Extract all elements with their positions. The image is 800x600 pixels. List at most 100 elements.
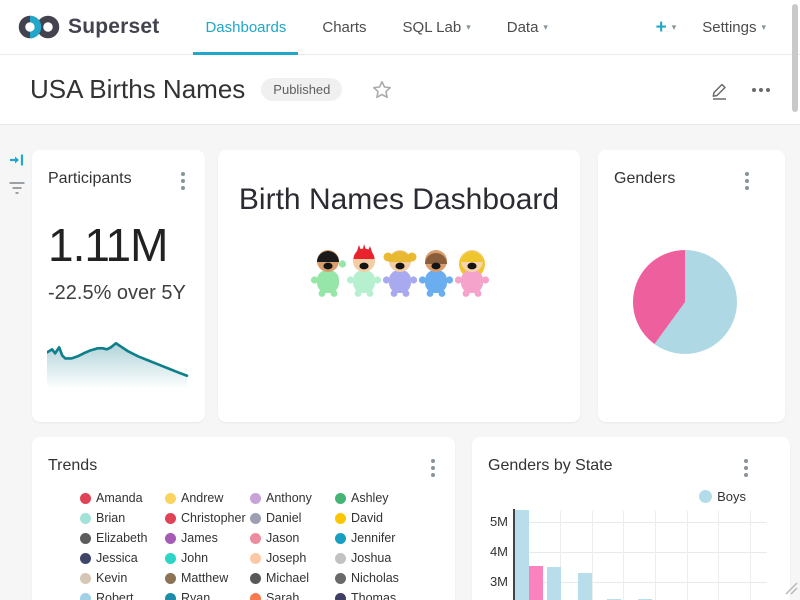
- expand-filter-bar-icon[interactable]: [8, 151, 26, 174]
- gridline: [750, 511, 751, 600]
- favorite-star-icon[interactable]: [372, 80, 392, 100]
- legend-item-sarah[interactable]: Sarah: [250, 588, 335, 600]
- resize-handle[interactable]: [782, 579, 798, 600]
- legend-dot: [250, 553, 261, 564]
- legend-label: Sarah: [266, 591, 299, 600]
- bar-boys[interactable]: [547, 567, 561, 600]
- legend-item-amanda[interactable]: Amanda: [80, 488, 165, 508]
- chart-menu-icon[interactable]: [181, 172, 185, 190]
- legend-item-david[interactable]: David: [335, 508, 420, 528]
- genders-pie-chart[interactable]: [633, 250, 737, 354]
- dashboard-header: USA Births Names Published: [0, 55, 800, 125]
- legend-item-matthew[interactable]: Matthew: [165, 568, 250, 588]
- legend-label: Andrew: [181, 491, 223, 505]
- legend-item-john[interactable]: John: [165, 548, 250, 568]
- legend-item-robert[interactable]: Robert: [80, 588, 165, 600]
- legend-item-daniel[interactable]: Daniel: [250, 508, 335, 528]
- legend-item-anthony[interactable]: Anthony: [250, 488, 335, 508]
- filter-icon[interactable]: [8, 179, 26, 202]
- published-badge[interactable]: Published: [261, 78, 342, 101]
- legend-dot: [165, 573, 176, 584]
- legend-dot: [165, 513, 176, 524]
- sparkline-chart: [47, 332, 189, 395]
- gridline: [687, 511, 688, 600]
- nav-menu: Dashboards Charts SQL Lab▾Data▾: [187, 0, 565, 55]
- legend-item-james[interactable]: James: [165, 528, 250, 548]
- nav-item-dashboards[interactable]: Dashboards: [193, 0, 298, 55]
- chevron-down-icon: ▾: [672, 23, 677, 32]
- superset-logo[interactable]: Superset: [18, 14, 159, 40]
- nav-item-charts[interactable]: Charts: [310, 0, 378, 55]
- gridline: [513, 552, 767, 553]
- legend-label: James: [181, 531, 218, 545]
- edit-pencil-icon[interactable]: [710, 80, 730, 100]
- chart-menu-icon[interactable]: [744, 459, 748, 477]
- legend-item-michael[interactable]: Michael: [250, 568, 335, 588]
- new-item-button[interactable]: + ▾: [656, 18, 677, 37]
- gridline: [655, 511, 656, 600]
- legend-item-joseph[interactable]: Joseph: [250, 548, 335, 568]
- brand-name: Superset: [68, 15, 159, 39]
- legend-label: Elizabeth: [96, 531, 147, 545]
- bar-girls[interactable]: [529, 566, 543, 600]
- scrollbar-thumb[interactable]: [792, 4, 798, 112]
- gridline: [513, 522, 767, 523]
- more-actions-icon[interactable]: [752, 88, 770, 92]
- chart-menu-icon[interactable]: [431, 459, 435, 477]
- gridline: [592, 511, 593, 600]
- settings-menu[interactable]: Settings ▾: [702, 19, 766, 36]
- legend-dot: [335, 493, 346, 504]
- legend-item-ryan[interactable]: Ryan: [165, 588, 250, 600]
- nav-item-data[interactable]: Data▾: [495, 0, 560, 55]
- markdown-card: Birth Names Dashboard: [218, 150, 580, 422]
- legend-label: Kevin: [96, 571, 127, 585]
- chart-title: Genders by State: [488, 457, 613, 475]
- legend-dot: [335, 573, 346, 584]
- legend-dot: [80, 513, 91, 524]
- legend-item-jennifer[interactable]: Jennifer: [335, 528, 420, 548]
- big-number-value: 1.11M: [48, 218, 167, 272]
- big-number-subheader: -22.5% over 5Y: [48, 282, 186, 305]
- legend-label: Ashley: [351, 491, 389, 505]
- legend-item-joshua[interactable]: Joshua: [335, 548, 420, 568]
- legend-label: Boys: [717, 489, 746, 504]
- legend-label: Christopher: [181, 511, 246, 525]
- bar-boys[interactable]: [515, 510, 529, 600]
- legend-dot: [80, 493, 91, 504]
- legend-item-christopher[interactable]: Christopher: [165, 508, 250, 528]
- legend-item-jason[interactable]: Jason: [250, 528, 335, 548]
- legend-item-kevin[interactable]: Kevin: [80, 568, 165, 588]
- legend-item-jessica[interactable]: Jessica: [80, 548, 165, 568]
- legend-item-thomas[interactable]: Thomas: [335, 588, 420, 600]
- dashboard-title: USA Births Names: [30, 74, 245, 105]
- legend-label: Robert: [96, 591, 134, 600]
- chart-menu-icon[interactable]: [745, 172, 749, 190]
- infinity-logo-icon: [18, 14, 60, 40]
- nav-item-label: Charts: [322, 19, 366, 36]
- legend-item-brian[interactable]: Brian: [80, 508, 165, 528]
- legend-dot: [165, 553, 176, 564]
- legend-label: Michael: [266, 571, 309, 585]
- legend-item-nicholas[interactable]: Nicholas: [335, 568, 420, 588]
- y-axis-tick: 3M: [472, 574, 508, 589]
- markdown-heading: Birth Names Dashboard: [218, 183, 580, 217]
- legend-dot: [250, 593, 261, 600]
- nav-item-sql-lab[interactable]: SQL Lab▾: [391, 0, 483, 55]
- bar-legend-boys[interactable]: Boys: [699, 489, 746, 504]
- legend-label: Jason: [266, 531, 299, 545]
- legend-label: Jessica: [96, 551, 138, 565]
- legend-label: Anthony: [266, 491, 312, 505]
- dashboard-grid: Participants 1.11M -22.5% over 5Y Birth …: [0, 125, 800, 600]
- legend-item-ashley[interactable]: Ashley: [335, 488, 420, 508]
- legend-dot: [335, 553, 346, 564]
- legend-item-andrew[interactable]: Andrew: [165, 488, 250, 508]
- legend-dot: [335, 593, 346, 600]
- chevron-down-icon: ▾: [543, 23, 548, 32]
- bar-boys[interactable]: [578, 573, 592, 600]
- legend-dot: [165, 593, 176, 600]
- legend-label: Brian: [96, 511, 125, 525]
- legend-dot: [80, 553, 91, 564]
- legend-label: John: [181, 551, 208, 565]
- legend-item-elizabeth[interactable]: Elizabeth: [80, 528, 165, 548]
- settings-label: Settings: [702, 19, 756, 36]
